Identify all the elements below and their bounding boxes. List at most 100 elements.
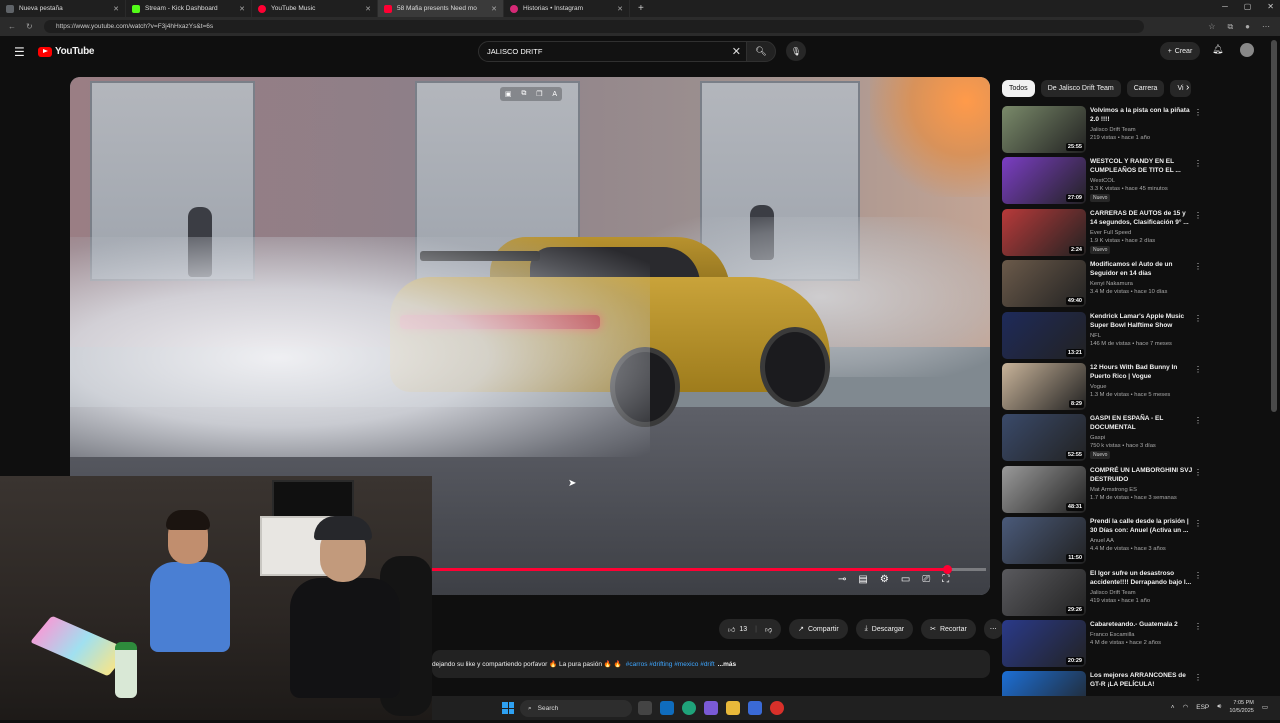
search-button[interactable]: 🔍︎ <box>746 41 776 62</box>
recommended-video[interactable]: 11:50 Prendí la calle desde la prisión | … <box>1002 517 1202 568</box>
outlook-icon[interactable] <box>660 701 674 715</box>
hamburger-menu-icon[interactable]: ☰ <box>14 45 25 59</box>
chip-carrera[interactable]: Carrera <box>1126 80 1165 97</box>
notifications-bell-icon[interactable]: 🔔︎ <box>1212 44 1223 55</box>
volume-icon[interactable]: 🔊︎ <box>1217 703 1221 711</box>
thumbs-down-icon[interactable]: 👎︎ <box>765 625 772 634</box>
extensions-icon[interactable]: ⧉ <box>1227 22 1233 32</box>
video-title[interactable]: Prendí la calle desde la prisión | 30 Dí… <box>1090 517 1194 535</box>
new-tab-icon[interactable]: + <box>630 3 644 14</box>
search-input[interactable]: JALISCO DRITF ✕ <box>478 41 750 62</box>
video-title[interactable]: Cabareteando.- Guatemala 2 <box>1090 620 1194 629</box>
recommended-video[interactable]: 8:29 12 Hours With Bad Bunny In Puerto Ri… <box>1002 362 1202 414</box>
autoplay-toggle-icon[interactable]: ⊸ <box>838 574 846 585</box>
chevron-right-icon[interactable]: › <box>1186 82 1189 93</box>
close-tab-icon[interactable]: ✕ <box>239 5 245 13</box>
video-title[interactable]: 12 Hours With Bad Bunny In Puerto Rico |… <box>1090 363 1194 381</box>
channel-name[interactable]: Franco Escamilla <box>1090 632 1194 638</box>
video-thumbnail[interactable]: 52:55 <box>1002 414 1086 462</box>
video-thumbnail[interactable]: 48:31 <box>1002 465 1086 513</box>
share-button[interactable]: ↗ Compartir <box>789 619 848 639</box>
voice-search-button[interactable]: 🎙︎ <box>786 41 806 61</box>
tray-lang[interactable]: ESP <box>1196 704 1209 711</box>
url-field[interactable]: https://www.youtube.com/watch?v=F3j4hHxa… <box>44 20 1144 33</box>
show-more-link[interactable]: ...más <box>718 661 736 668</box>
channel-name[interactable]: Gaspi <box>1090 435 1194 441</box>
cast-icon[interactable]: ⎚ <box>922 574 930 585</box>
channel-name[interactable]: Jalisco Drift Team <box>1090 127 1194 133</box>
recommended-video[interactable]: 49:40 Modificamos el Auto de un Seguidor … <box>1002 260 1202 311</box>
chrome-icon[interactable] <box>770 701 784 715</box>
kebab-menu-icon[interactable]: ⋮ <box>1194 108 1202 117</box>
pip-icon[interactable]: ▣ <box>505 90 512 98</box>
browser-tab[interactable]: Stream - Kick Dashboard ✕ <box>126 0 252 17</box>
channel-name[interactable]: Anuel AA <box>1090 538 1194 544</box>
avatar[interactable] <box>1240 43 1254 57</box>
close-tab-icon[interactable]: ✕ <box>113 5 119 13</box>
miniplayer-icon[interactable]: ⧉ <box>521 90 526 98</box>
recommended-video[interactable]: 13:21 Kendrick Lamar's Apple Music Super … <box>1002 311 1202 363</box>
download-button[interactable]: ⤓ Descargar <box>855 619 914 639</box>
close-tab-icon[interactable]: ✕ <box>617 5 623 13</box>
video-description[interactable]: dejando su like y compartiendo porfavor … <box>432 650 990 678</box>
close-tab-icon[interactable]: ✕ <box>491 5 497 13</box>
channel-name[interactable]: Ever Full Speed <box>1090 230 1194 236</box>
video-title[interactable]: Modificamos el Auto de un Seguidor en 14… <box>1090 260 1194 278</box>
kebab-menu-icon[interactable]: ⋮ <box>1194 314 1202 323</box>
tray-chevron-icon[interactable]: ˄ <box>1171 704 1175 711</box>
taskbar-search[interactable]: ⌕ Search <box>520 700 632 717</box>
channel-name[interactable]: Vogue <box>1090 384 1194 390</box>
page-scrollbar[interactable] <box>1271 40 1277 412</box>
video-thumbnail[interactable]: 11:50 <box>1002 517 1086 565</box>
recommended-video[interactable]: 25:55 Volvimos a la pista con la piñata 2… <box>1002 106 1202 157</box>
kebab-menu-icon[interactable]: ⋮ <box>1194 673 1202 682</box>
video-title[interactable]: El Igor sufre un desastroso accidente!!!… <box>1090 569 1194 587</box>
notification-icon[interactable]: ▭ <box>1262 703 1268 711</box>
kebab-menu-icon[interactable]: ⋮ <box>1194 468 1202 477</box>
video-thumbnail[interactable]: 20:29 <box>1002 619 1086 667</box>
kebab-menu-icon[interactable]: ⋮ <box>1194 571 1202 580</box>
channel-name[interactable]: WestCOL <box>1090 178 1194 184</box>
video-title[interactable]: GASPI EN ESPAÑA - EL DOCUMENTAL <box>1090 414 1194 432</box>
video-title[interactable]: Volvimos a la pista con la piñata 2.0 !!… <box>1090 106 1194 124</box>
description-hashtags[interactable]: #carros #drifting #mexico #drift <box>626 661 715 668</box>
reload-icon[interactable]: ↻ <box>26 22 33 31</box>
chip-channel[interactable]: De Jalisco Drift Team <box>1040 80 1121 97</box>
clip-button[interactable]: ✂ Recortar <box>921 619 976 639</box>
recommended-video[interactable]: 52:55 GASPI EN ESPAÑA - EL DOCUMENTAL Gasp… <box>1002 414 1202 465</box>
minimize-icon[interactable]: ─ <box>1222 2 1228 11</box>
recommended-video[interactable]: 27:09 WESTCOL Y RANDY EN EL CUMPLEAÑOS DE… <box>1002 157 1202 208</box>
browser-tab[interactable]: YouTube Music ✕ <box>252 0 378 17</box>
recommended-video[interactable]: 2:24 CARRERAS DE AUTOS de 15 y 14 segundo… <box>1002 208 1202 260</box>
kebab-menu-icon[interactable]: ⋮ <box>1194 211 1202 220</box>
video-thumbnail[interactable]: 49:40 <box>1002 260 1086 308</box>
video-thumbnail[interactable]: 29:26 <box>1002 568 1086 616</box>
video-title[interactable]: WESTCOL Y RANDY EN EL CUMPLEAÑOS DE TITO… <box>1090 157 1194 175</box>
taskbar-clock[interactable]: 7:05 PM 10/5/2025 <box>1229 699 1253 715</box>
video-title[interactable]: COMPRÉ UN LAMBORGHINI SVJ DESTRUIDO <box>1090 466 1194 484</box>
store-icon[interactable] <box>748 701 762 715</box>
video-progress-bar[interactable] <box>432 565 986 574</box>
copy-icon[interactable]: ❐ <box>536 90 542 98</box>
recommended-video[interactable]: 48:31 COMPRÉ UN LAMBORGHINI SVJ DESTRUIDO… <box>1002 465 1202 517</box>
copilot-icon[interactable] <box>704 701 718 715</box>
video-thumbnail[interactable]: 13:21 <box>1002 311 1086 359</box>
channel-name[interactable]: NFL <box>1090 333 1194 339</box>
kebab-menu-icon[interactable]: ⋮ <box>1194 622 1202 631</box>
chip-todos[interactable]: Todos <box>1002 80 1035 97</box>
subtitles-icon[interactable]: ▤ <box>858 574 867 585</box>
close-window-icon[interactable]: ✕ <box>1267 2 1274 11</box>
video-title[interactable]: Los mejores ARRANCONES de GT-R ¡LA PELÍC… <box>1090 671 1194 689</box>
kebab-menu-icon[interactable]: ⋮ <box>1194 416 1202 425</box>
browser-tab[interactable]: Historias • Instagram ✕ <box>504 0 630 17</box>
kebab-menu-icon[interactable]: ⋮ <box>1194 159 1202 168</box>
close-tab-icon[interactable]: ✕ <box>365 5 371 13</box>
windows-start-icon[interactable] <box>502 702 514 714</box>
video-thumbnail[interactable]: 8:29 <box>1002 362 1086 410</box>
create-button[interactable]: + Crear <box>1160 42 1200 60</box>
back-icon[interactable]: ← <box>8 22 16 31</box>
settings-gear-icon[interactable]: ⚙ <box>880 574 889 585</box>
browser-menu-icon[interactable]: ⋯ <box>1262 22 1270 32</box>
clear-search-icon[interactable]: ✕ <box>732 45 741 58</box>
theater-mode-icon[interactable]: ▭ <box>901 574 910 585</box>
